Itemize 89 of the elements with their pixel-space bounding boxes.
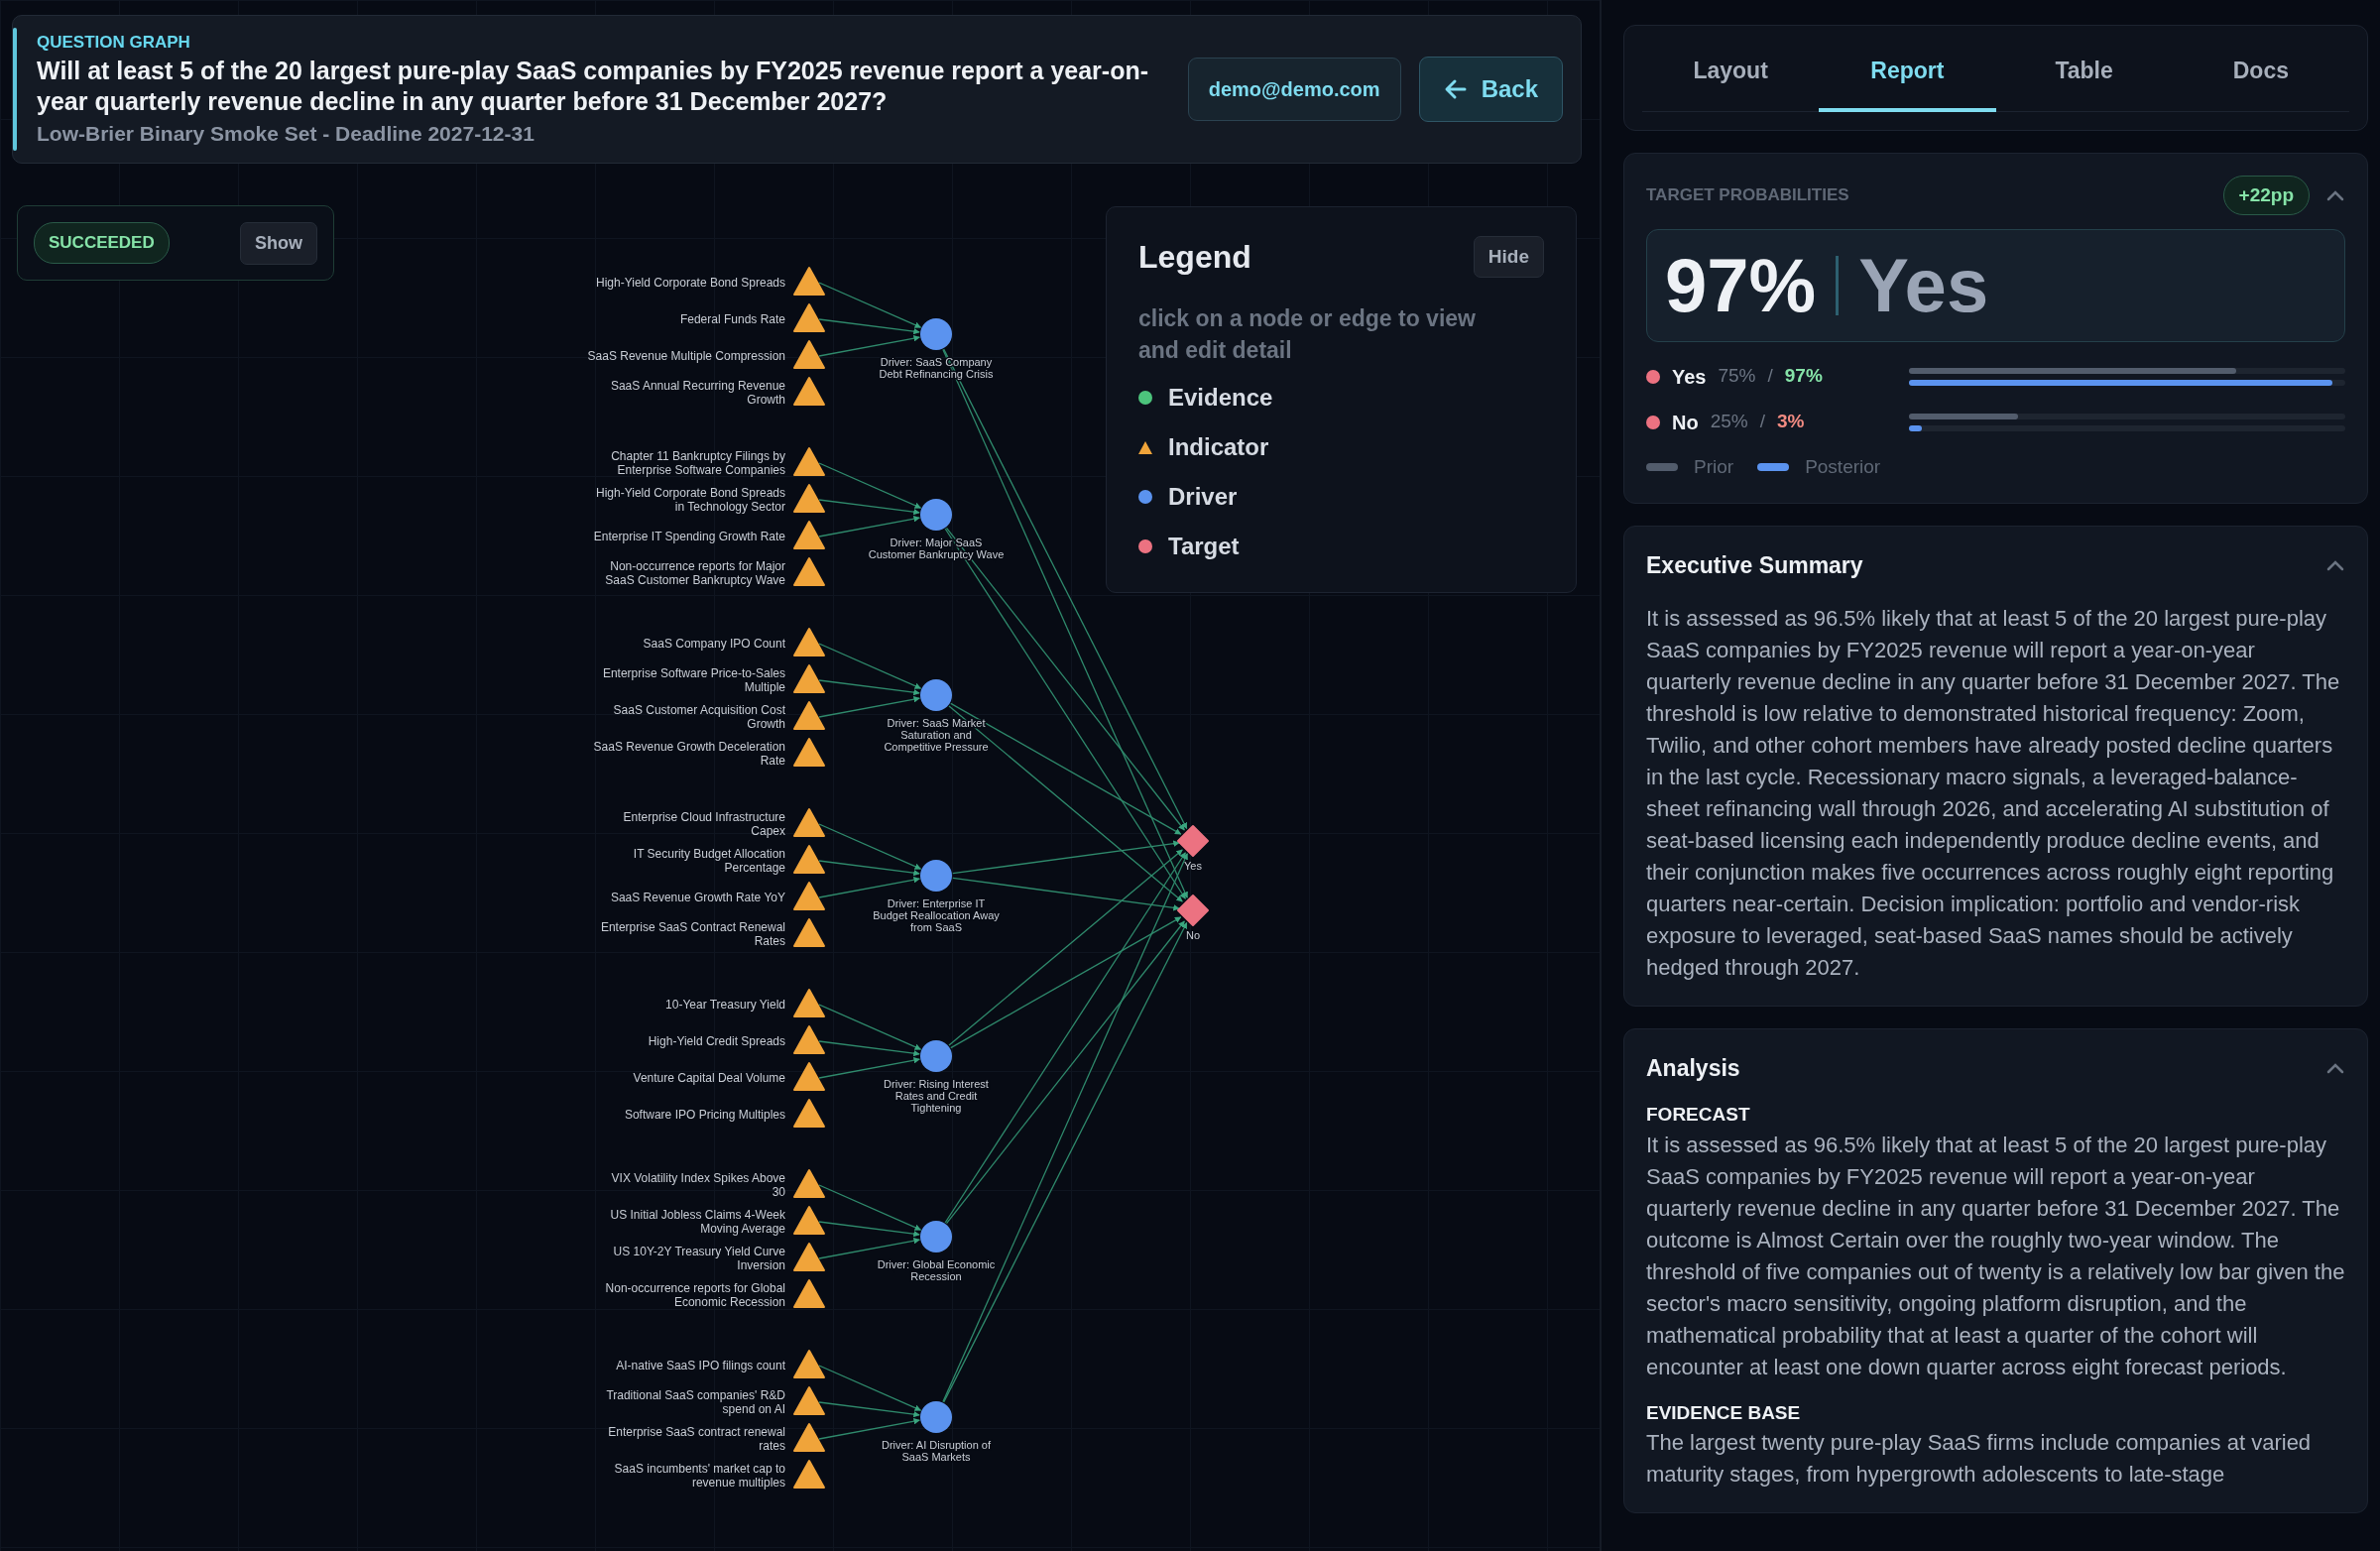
node-label: IT Security Budget Allocation Percentage <box>633 847 785 875</box>
circle-node <box>920 679 952 711</box>
card-title: Analysis <box>1646 1053 1740 1083</box>
node-label: SaaS incumbents' market cap to revenue multiples <box>614 1462 785 1490</box>
analysis-text: The largest twenty pure-play SaaS firms include companies at varied maturity stages, from hypergrowth adolescents to late-stage <box>1646 1429 2313 1490</box>
node-label: Chapter 11 Bankruptcy Filings by Enterprise Software Companies <box>611 449 785 477</box>
node-label: SaaS Revenue Growth Rate YoY <box>610 891 785 904</box>
arrow-left-icon <box>1443 78 1468 100</box>
node-label: US Initial Jobless Claims 4-Week Moving Average <box>610 1208 785 1236</box>
node-label: SaaS Annual Recurring Revenue Growth <box>610 379 785 407</box>
node-label: Enterprise SaaS contract renewal rates <box>608 1425 785 1453</box>
node-label: US 10Y-2Y Treasury Yield Curve Inversion <box>613 1245 785 1272</box>
node-label: High-Yield Corporate Bond Spreads <box>596 276 785 290</box>
legend-label: Prior <box>1694 454 1734 479</box>
node-label: Venture Capital Deal Volume <box>633 1071 785 1085</box>
node-label: High-Yield Corporate Bond Spreads in Technology Sector <box>596 486 785 514</box>
diamond-node <box>1177 895 1209 926</box>
node-label: Federal Funds Rate <box>679 312 785 326</box>
node-label: Enterprise SaaS Contract Renewal Rates <box>600 920 785 948</box>
separator-text: / <box>1767 364 1773 389</box>
circle-node <box>920 499 952 531</box>
node-label: Driver: AI Disruption of SaaS Markets <box>882 1439 991 1463</box>
node-label: SaaS Revenue Multiple Compression <box>587 349 785 363</box>
node-label: SaaS Revenue Growth Deceleration Rate <box>593 740 785 768</box>
circle-node <box>920 860 952 892</box>
card-title: TARGET PROBABILITIES <box>1646 184 1850 206</box>
analysis-text: It is assessed as 96.5% likely that at least 5 of the 20 largest pure-play SaaS companies by FY2025 revenue will report a year-on-year quarterly revenue decline in any quarter before 31 December 2027. The outcome is Almost Certain over the roughly two-year window. The threshold of five companies out of twenty is a relatively low bar given the sector's macro sensitivity, ongoing platform disruption, and the mathematical probability that at least a quarter of the cohort will encounter at least one down quarter across eight forecast periods. <box>1646 1131 2345 1381</box>
node-label: Enterprise IT Spending Growth Rate <box>593 530 785 543</box>
tab[interactable]: Layout <box>1642 54 1820 112</box>
node-label: Driver: SaaS Market Saturation and Competitive Pressure <box>884 717 989 753</box>
hide-button[interactable]: Hide <box>1473 235 1544 279</box>
show-button[interactable]: Show <box>240 221 317 265</box>
headline-value: 97% <box>1665 244 1817 327</box>
legend-label: Evidence <box>1168 383 1273 414</box>
node-label: AI-native SaaS IPO filings count <box>616 1359 785 1372</box>
legend-title: Legend <box>1138 238 1251 277</box>
question-title: Will at least 5 of the 20 largest pure-play SaaS companies by FY2025 revenue report a year-on-year quarterly revenue decline in any quarter before 31 December 2027? <box>37 55 1150 117</box>
section-heading: EVIDENCE BASE <box>1646 1400 1802 1425</box>
legend-label: Driver <box>1168 482 1238 513</box>
card-title: Executive Summary <box>1646 551 1863 581</box>
legend-label: Target <box>1168 532 1240 562</box>
dot-icon <box>1646 415 1660 429</box>
node-label: Driver: Global Economic Recession <box>877 1258 996 1282</box>
outcome-label: Yes <box>1672 364 1707 390</box>
tab[interactable]: Table <box>1995 54 2173 112</box>
prior-value: 25% <box>1710 410 1748 434</box>
node-label: Driver: Rising Interest Rates and Credit Tightening <box>884 1078 989 1114</box>
node-label: Yes <box>1184 860 1202 872</box>
chevron-up-icon[interactable] <box>2325 558 2345 573</box>
circle-node <box>920 1040 952 1072</box>
legend-label: Posterior <box>1805 454 1881 479</box>
circle-node <box>920 1401 952 1433</box>
back-button[interactable]: Back <box>1418 57 1563 122</box>
node-label: Software IPO Pricing Multiples <box>624 1108 785 1122</box>
legend-swatch <box>1646 462 1678 471</box>
delta-badge: +22pp <box>2222 175 2310 215</box>
dot-icon <box>1646 369 1660 384</box>
headline-label: Yes <box>1858 244 1989 327</box>
tab[interactable]: Report <box>1819 54 1996 112</box>
prior-value: 75% <box>1718 364 1756 389</box>
legend-hint: click on a node or edge to view and edit detail <box>1138 304 1477 366</box>
question-subtitle: Low-Brier Binary Smoke Set - Deadline 2027-12-31 <box>37 120 536 147</box>
user-button[interactable]: demo@demo.com <box>1187 58 1401 121</box>
node-label: SaaS Company IPO Count <box>643 637 785 651</box>
diamond-node <box>1177 825 1209 857</box>
status-badge: SUCCEEDED <box>34 222 170 264</box>
posterior-value: 3% <box>1777 410 1805 434</box>
circle-node <box>920 318 952 350</box>
node-label: Driver: Enterprise IT Budget Reallocation Away from SaaS <box>873 897 1000 933</box>
outcome-label: No <box>1672 410 1699 435</box>
section-heading: FORECAST <box>1646 1103 1751 1128</box>
node-label: Traditional SaaS companies' R&D spend on AI <box>606 1388 785 1416</box>
node-label: No <box>1185 929 1201 941</box>
node-label: Non-occurrence reports for Major SaaS Customer Bankruptcy Wave <box>605 559 785 587</box>
node-label: High-Yield Credit Spreads <box>648 1034 785 1048</box>
summary-text: It is assessed as 96.5% likely that at least 5 of the 20 largest pure-play SaaS companies by FY2025 revenue will report a year-on-year quarterly revenue decline in any quarter before 31 December 2027. The threshold is low relative to demonstrated historical frequency: Zoom, Twilio, and other cohort members have already posted decline quarters in the last cycle. Recessionary macro signals, a leveraged-balance-sheet refinancing wall through 2026, and accelerating AI substitution of seat-based licensing each independently produce decline events, and their conjunction makes five occurrences across roughly eight reporting quarters near-certain. Decision implication: portfolio and vendor-risk exposure to leveraged, seat-based SaaS names should be actively hedged through 2027. <box>1646 604 2341 982</box>
node-label: Non-occurrence reports for Global Economic Recession <box>605 1281 785 1309</box>
tab[interactable]: Docs <box>2172 54 2349 112</box>
node-label: Enterprise Software Price-to-Sales Multiple <box>602 666 785 694</box>
separator-text: / <box>1759 410 1765 434</box>
legend-label: Indicator <box>1168 432 1269 463</box>
legend-swatch <box>1757 462 1790 471</box>
node-label: VIX Volatility Index Spikes Above 30 <box>611 1171 785 1199</box>
circle-node <box>920 1221 952 1253</box>
node-label: 10-Year Treasury Yield <box>665 998 785 1012</box>
posterior-value: 97% <box>1784 364 1823 389</box>
node-label: SaaS Customer Acquisition Cost Growth <box>613 703 785 731</box>
node-label: Enterprise Cloud Infrastructure Capex <box>623 810 785 838</box>
section-label: QUESTION GRAPH <box>37 32 191 54</box>
